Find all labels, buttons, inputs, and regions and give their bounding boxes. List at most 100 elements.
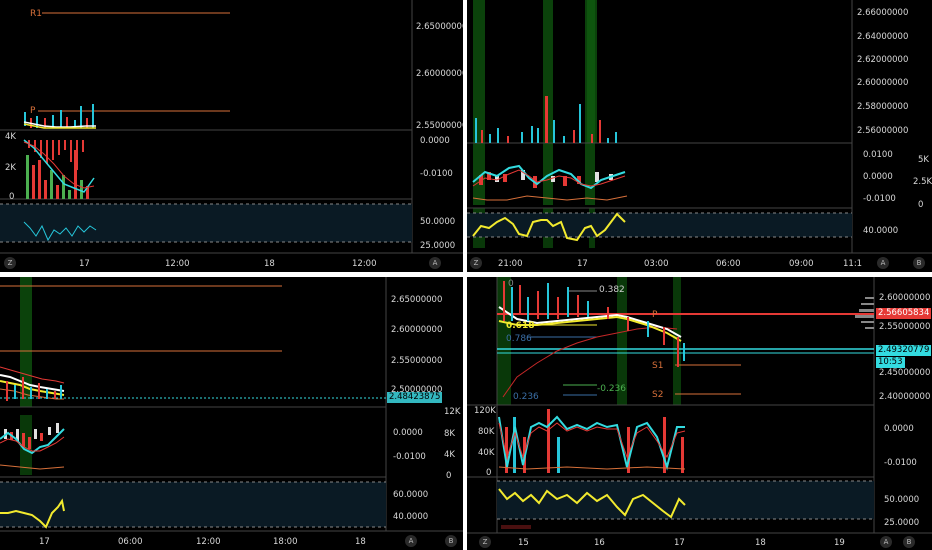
fib-382-label: 0.382 — [599, 285, 625, 295]
chart-panel-top-left[interactable]: R1 P 2.65000000 2.60000000 2.55000000 4K… — [0, 0, 463, 272]
price-axis-label: 2.55000000 — [879, 322, 931, 332]
time-axis-label: 03:00 — [644, 259, 669, 269]
price-axis-label: 2.64000000 — [857, 32, 909, 42]
b-button[interactable]: B — [445, 535, 457, 547]
time-axis-label: 06:00 — [716, 259, 741, 269]
macd-axis-label: 0.0100 — [863, 150, 893, 160]
volume-axis-label: 2K — [5, 163, 16, 173]
rsi-axis-label: 50.0000 — [420, 217, 456, 227]
rsi-axis-label: 25.0000 — [884, 518, 920, 528]
time-axis-label: 18 — [355, 537, 366, 547]
price-axis-label: 2.60000000 — [416, 69, 463, 79]
price-axis-label: 2.66000000 — [857, 8, 909, 18]
fib-236-label: 0.236 — [513, 392, 539, 402]
rsi-axis-label: 50.0000 — [884, 495, 920, 505]
price-axis-label: 2.60000000 — [879, 293, 931, 303]
volume-axis-label: 2.5K — [913, 177, 932, 187]
rsi-axis-label: 25.0000 — [420, 241, 456, 251]
volume-axis-label: 4K — [444, 450, 455, 460]
chart-canvas-bottom-right[interactable] — [467, 277, 932, 550]
chart-panel-top-right[interactable]: 2.66000000 2.64000000 2.62000000 2.60000… — [467, 0, 932, 272]
volume-axis-label: 40K — [478, 448, 495, 458]
price-axis-label: 2.55000000 — [391, 356, 443, 366]
time-axis-label: 18 — [264, 259, 275, 269]
volume-axis-label: 0 — [918, 200, 924, 210]
zoom-button[interactable]: Z — [479, 536, 491, 548]
volume-axis-label: 8K — [444, 429, 455, 439]
macd-axis-label: -0.0100 — [393, 452, 426, 462]
zoom-button[interactable]: Z — [4, 257, 16, 269]
price-axis-label: 2.62000000 — [857, 55, 909, 65]
rsi-axis-label: 40.0000 — [393, 512, 429, 522]
price-axis-label: 2.60000000 — [857, 78, 909, 88]
auto-scale-button[interactable]: A — [877, 257, 889, 269]
price-axis-label: 2.65000000 — [416, 22, 463, 32]
chart-canvas-bottom-left[interactable] — [0, 277, 463, 550]
price-tag-red: 2.56605834 — [876, 308, 932, 319]
zoom-button[interactable]: Z — [470, 257, 482, 269]
price-axis-label: 2.60000000 — [391, 325, 443, 335]
time-axis-label: 18:00 — [273, 537, 298, 547]
volume-bars — [26, 150, 89, 199]
countdown-tag: 10:53 — [876, 357, 905, 368]
macd-axis-label: 0.0000 — [884, 424, 914, 434]
pivot-p-label: P — [652, 310, 658, 320]
rsi-axis-label: 40.0000 — [863, 226, 899, 236]
time-axis-label: 12:00 — [196, 537, 221, 547]
time-axis-label: 15 — [518, 538, 529, 548]
time-axis-label: 17 — [577, 259, 588, 269]
pivot-s1-label: S1 — [652, 361, 664, 371]
macd-axis-label: 0.0000 — [863, 172, 893, 182]
auto-scale-button[interactable]: A — [405, 535, 417, 547]
time-axis-label: 18 — [755, 538, 766, 548]
time-axis-label: 17 — [39, 537, 50, 547]
macd-axis-label: -0.0100 — [884, 458, 917, 468]
volume-axis-label: 0 — [486, 468, 492, 478]
volume-axis-label: 120K — [474, 406, 496, 416]
macd-axis-label: 0.0000 — [393, 428, 423, 438]
fib-618-label: 0.618 — [506, 321, 535, 331]
volume-axis-label: 4K — [5, 132, 16, 142]
time-axis-label: 12:00 — [165, 259, 190, 269]
time-axis-label: 21:00 — [498, 259, 523, 269]
macd-axis-label: 0.0000 — [420, 136, 450, 146]
price-axis-label: 2.65000000 — [391, 295, 443, 305]
macd-axis-label: -0.0100 — [420, 169, 453, 179]
vol-ma-line — [498, 466, 686, 470]
price-axis-label: 2.56000000 — [857, 126, 909, 136]
time-axis-label: 19 — [834, 538, 845, 548]
price-tag-cyan: 2.49320779 — [876, 345, 932, 356]
fib-786-label: 0.786 — [506, 334, 532, 344]
chart-canvas-top-left[interactable] — [0, 0, 463, 272]
fib-neg-label: -0.236 — [597, 384, 627, 394]
price-axis-label: 2.45000000 — [879, 368, 931, 378]
b-button[interactable]: B — [903, 536, 915, 548]
pivot-p-label: P — [30, 106, 36, 116]
time-axis-label: 16 — [594, 538, 605, 548]
volume-axis-label: 80K — [478, 427, 495, 437]
macd-axis-label: -0.0100 — [863, 194, 896, 204]
time-axis-label: 06:00 — [118, 537, 143, 547]
pivot-r1-label: R1 — [30, 9, 42, 19]
auto-scale-button[interactable]: A — [429, 257, 441, 269]
b-button[interactable]: B — [913, 257, 925, 269]
pivot-s2-label: S2 — [652, 390, 664, 400]
time-axis-label: 12:00 — [352, 259, 377, 269]
rsi-axis-label: 60.0000 — [393, 490, 429, 500]
horizontal-divider — [0, 272, 932, 277]
price-axis-label: 2.55000000 — [416, 121, 463, 131]
volume-axis-label: 12K — [444, 407, 461, 417]
auto-scale-button[interactable]: A — [880, 536, 892, 548]
current-price-tag: 2.48423875 — [387, 392, 443, 403]
time-axis-label: 17 — [79, 259, 90, 269]
time-axis-label: 11:1 — [843, 259, 863, 269]
chart-panel-bottom-right[interactable]: 0.382 0.618 0.786 -0.236 0 0.236 S1 S2 P… — [467, 277, 932, 550]
fib-0-label: 0 — [508, 279, 514, 289]
volume-axis-label: 0 — [9, 192, 15, 202]
volume-axis-label: 0 — [446, 471, 452, 481]
time-axis-label: 09:00 — [789, 259, 814, 269]
chart-panel-bottom-left[interactable]: 2.65000000 2.60000000 2.55000000 2.50000… — [0, 277, 463, 550]
volume-axis-label: 5K — [918, 155, 929, 165]
price-axis-label: 2.58000000 — [857, 102, 909, 112]
time-axis-label: 17 — [674, 538, 685, 548]
